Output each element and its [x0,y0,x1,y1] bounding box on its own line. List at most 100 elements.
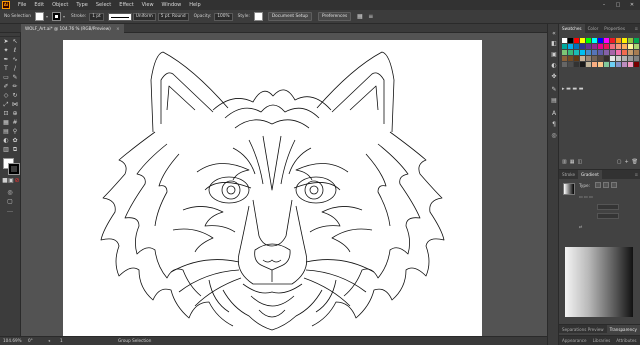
symbols-icon[interactable]: ✤ [550,73,558,81]
maximize-button[interactable]: □ [614,1,622,9]
draw-mode-icon[interactable]: ◎ [6,189,14,197]
pencil-tool-icon[interactable]: ✏ [11,83,19,91]
color-swatch[interactable] [628,50,633,55]
color-swatch[interactable] [562,50,567,55]
edit-toolbar-icon[interactable]: … [6,207,14,215]
arrange-icon[interactable]: ▦ [355,12,364,21]
minimize-button[interactable]: – [600,1,608,9]
stroke-weight-field[interactable]: 1 pt [89,12,104,21]
color-swatch[interactable] [622,44,627,49]
width-tool-icon[interactable]: ⋈ [11,101,19,109]
color-swatch[interactable] [616,62,621,67]
lasso-tool-icon[interactable]: ℓ [11,47,19,55]
artboard-tool-icon[interactable]: ⧉ [11,146,19,154]
menu-effect[interactable]: Effect [115,2,137,8]
profile-select[interactable]: Uniform [132,12,156,21]
color-swatch[interactable] [634,38,639,43]
delete-swatch-icon[interactable]: 🗑 [632,159,638,165]
color-swatch[interactable] [598,62,603,67]
menu-window[interactable]: Window [158,2,186,8]
color-swatch[interactable] [610,44,615,49]
color-swatch[interactable] [622,56,627,61]
color-swatch[interactable] [634,44,639,49]
color-swatch[interactable] [604,38,609,43]
rotate-tool-icon[interactable]: ↻ [11,92,19,100]
free-transform-tool-icon[interactable]: ⊡ [2,110,10,118]
graphic-styles-icon[interactable]: ▤ [550,97,558,105]
color-swatch[interactable] [598,50,603,55]
tab-stroke[interactable]: Stroke [559,170,578,179]
new-group-icon[interactable]: ▢ [617,159,622,165]
color-swatch[interactable] [586,62,591,67]
color-swatch[interactable] [568,44,573,49]
magic-wand-tool-icon[interactable]: ✦ [2,47,10,55]
menu-view[interactable]: View [138,2,158,8]
color-swatch[interactable] [574,62,579,67]
menu-help[interactable]: Help [185,2,204,8]
hand-tool-icon[interactable] [2,150,10,158]
color-swatch[interactable] [616,50,621,55]
tab-color[interactable]: Color [585,24,602,33]
color-swatch[interactable] [580,56,585,61]
swatch-options-icon[interactable]: ◫ [577,159,582,165]
gradient-aspect-field[interactable] [597,213,619,219]
zoom-level[interactable]: 104.69% [3,337,22,345]
menu-file[interactable]: File [14,2,30,8]
color-swatch[interactable] [568,62,573,67]
direct-selection-tool-icon[interactable]: ↖ [11,38,19,46]
radial-gradient-button[interactable] [603,182,609,188]
paintbrush-tool-icon[interactable]: ✎ [11,74,19,82]
reverse-gradient-icon[interactable]: ⇄ [579,224,582,229]
screen-mode-icon[interactable]: ▢ [6,198,14,206]
color-swatch[interactable] [592,62,597,67]
menu-edit[interactable]: Edit [30,2,48,8]
close-window-button[interactable]: ✕ [628,1,636,9]
opacity-field[interactable]: 100% [214,12,233,21]
color-swatch[interactable] [610,56,615,61]
tab-transparency[interactable]: Transparency [606,325,640,333]
tab-attributes[interactable]: Attributes [613,336,639,345]
color-swatch[interactable] [634,56,639,61]
menu-select[interactable]: Select [92,2,115,8]
tab-gradient[interactable]: Gradient [578,170,602,179]
document-setup-button[interactable]: Document Setup [267,12,312,21]
linear-gradient-button[interactable] [595,182,601,188]
line-tool-icon[interactable]: / [11,65,19,73]
tab-appearance[interactable]: Appearance [559,336,590,345]
perspective-grid-tool-icon[interactable]: ▦ [2,119,10,127]
color-swatch[interactable] [580,38,585,43]
color-swatch[interactable] [628,56,633,61]
rectangle-tool-icon[interactable]: ▭ [2,74,10,82]
stroke-color-icon[interactable] [8,163,20,175]
color-swatch[interactable] [628,44,633,49]
color-swatch[interactable] [598,56,603,61]
color-swatch[interactable] [562,62,567,67]
gradient-preview[interactable] [563,183,575,195]
tab-libraries[interactable]: Libraries [590,336,614,345]
type-tool-icon[interactable]: T [2,65,10,73]
color-swatch[interactable] [628,62,633,67]
color-swatch[interactable] [622,50,627,55]
style-swatch[interactable] [253,12,263,21]
stroke-color-swatch[interactable] [52,12,62,21]
gradient-tool-icon[interactable]: ▤ [2,128,10,136]
color-swatch[interactable] [586,44,591,49]
blend-tool-icon[interactable]: ◐ [2,137,10,145]
artboard-nav-icon[interactable]: ◂ [48,337,50,345]
color-swatch[interactable] [634,62,639,67]
curvature-tool-icon[interactable]: ∿ [11,56,19,64]
none-mode-icon[interactable]: ⊘ [13,177,21,185]
color-swatch[interactable] [604,62,609,67]
color-swatch[interactable] [604,44,609,49]
color-guide-icon[interactable]: ◐ [550,62,558,70]
navigator-icon[interactable]: ◎ [550,132,558,140]
layers-icon[interactable]: ◧ [550,40,558,48]
tab-properties[interactable]: Properties [601,24,628,33]
color-swatch[interactable] [592,38,597,43]
color-swatch[interactable] [586,56,591,61]
stroke-gradient-icon[interactable]: ▭ ▭ ▭ [579,194,593,199]
gradient-angle-field[interactable] [597,204,619,210]
panel-menu-icon[interactable]: ≡ [635,24,640,33]
color-swatch[interactable] [598,38,603,43]
toolbar-grip[interactable] [0,33,20,37]
